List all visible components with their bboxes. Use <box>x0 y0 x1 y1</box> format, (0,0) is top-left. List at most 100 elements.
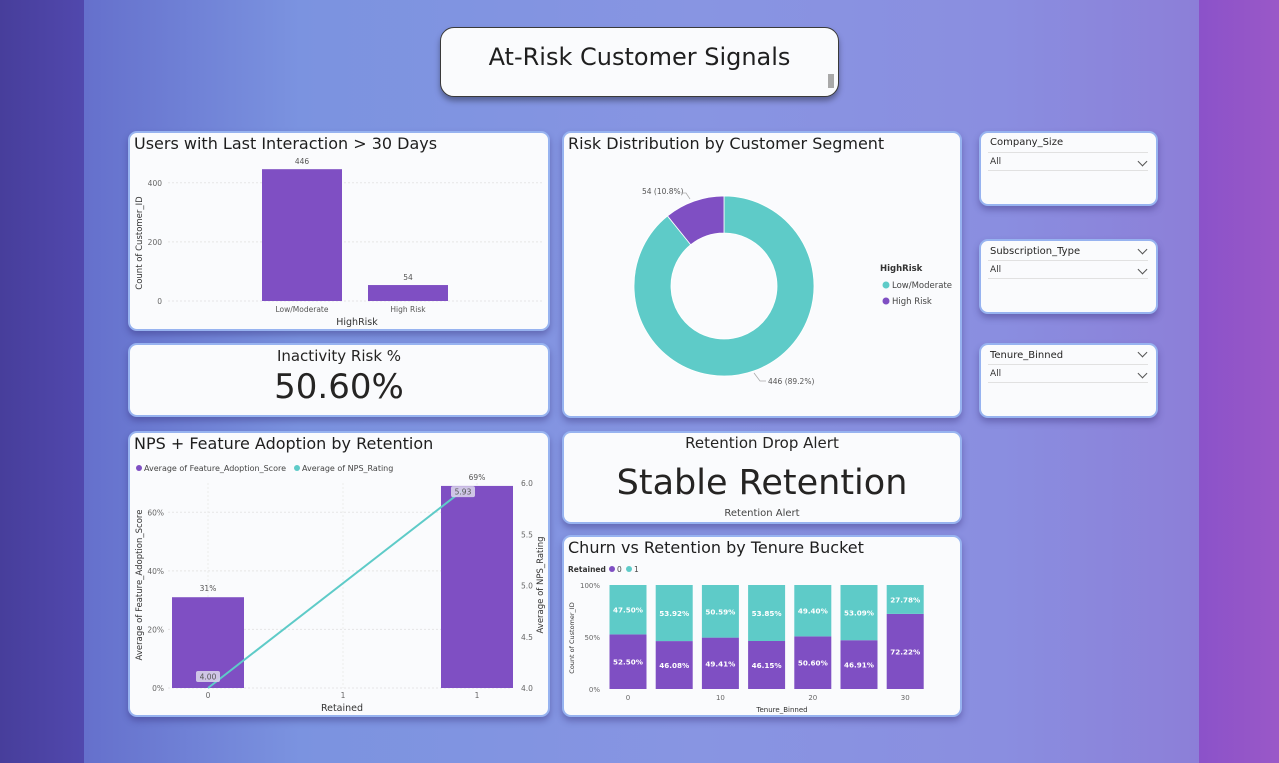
chevron-down-icon[interactable] <box>1137 347 1148 358</box>
users-data-label: 54 <box>403 273 413 282</box>
users-ytick: 200 <box>148 238 163 247</box>
donut-legend-dot <box>882 281 890 289</box>
churn-retention-card[interactable]: Churn vs Retention by Tenure Bucket Reta… <box>562 535 962 717</box>
churn-bar-label: 53.92% <box>659 609 689 618</box>
churn-bar-label: 49.40% <box>798 607 828 616</box>
nps-ytick-right: 4.0 <box>521 684 533 693</box>
chevron-down-icon[interactable] <box>1137 368 1148 379</box>
slicer-subscription-type-value[interactable]: All <box>990 265 1001 275</box>
slicer-divider <box>988 364 1148 365</box>
nps-ytick-left: 0% <box>152 684 164 693</box>
risk-distribution-card[interactable]: Risk Distribution by Customer Segment 54… <box>562 131 962 418</box>
users-bar <box>368 285 448 301</box>
churn-bar-label: 53.09% <box>844 609 874 618</box>
nps-ytick-right: 6.0 <box>521 479 533 488</box>
nps-xlabel: Retained <box>321 703 363 714</box>
nps-xtick: 0 <box>206 691 211 700</box>
nps-bar-label: 69% <box>469 473 486 482</box>
donut-legend-dot <box>882 297 890 305</box>
nps-ytick-right: 5.0 <box>521 582 533 591</box>
inactivity-label: Inactivity Risk % <box>276 347 402 365</box>
chevron-down-icon[interactable] <box>1137 244 1148 255</box>
churn-legend-dot <box>626 566 632 572</box>
nps-xtick: 1 <box>341 691 346 700</box>
churn-legend-dot <box>609 566 615 572</box>
inactivity-value: 50.60% <box>274 367 404 407</box>
churn-xtick: 0 <box>626 694 630 702</box>
churn-xtick: 20 <box>808 694 817 702</box>
users-bar <box>262 169 342 301</box>
nps-ytick-left: 20% <box>147 625 164 634</box>
nps-legend-dot <box>136 465 142 471</box>
nps-line-label: 4.00 <box>200 673 217 682</box>
donut-legend-item: Low/Moderate <box>892 281 952 291</box>
nps-line <box>207 489 464 689</box>
churn-ytick: 0% <box>589 686 600 694</box>
slicer-divider <box>988 260 1148 261</box>
users-ylabel: Count of Customer_ID <box>135 196 145 290</box>
nps-adoption-card[interactable]: NPS + Feature Adoption by Retention Aver… <box>128 431 550 717</box>
nps-legend-item: Average of Feature_Adoption_Score <box>144 464 286 473</box>
slicer-subscription-type-label: Subscription_Type <box>990 246 1081 257</box>
churn-bar-label: 46.15% <box>752 661 782 670</box>
slicer-divider <box>988 278 1148 279</box>
nps-ylabel-right: Average of NPS_Rating <box>536 536 546 633</box>
nps-adoption-chart: Average of Feature_Adoption_Score Averag… <box>135 464 546 714</box>
churn-bar-label: 53.85% <box>752 609 782 618</box>
users-ytick: 400 <box>148 179 163 188</box>
churn-bar-label: 47.50% <box>613 606 643 615</box>
churn-legend-item: 0 <box>617 565 622 574</box>
churn-bar-label: 52.50% <box>613 658 643 667</box>
nps-ytick-left: 60% <box>147 508 164 517</box>
retention-alert-caption: Retention Alert <box>724 508 800 519</box>
users-xtick: High Risk <box>390 305 426 314</box>
slicer-company-size-label: Company_Size <box>990 137 1064 148</box>
right-margin-band <box>1199 0 1279 763</box>
nps-xtick: 1 <box>475 691 480 700</box>
churn-ytick: 50% <box>584 634 600 642</box>
title-scrollbar[interactable] <box>828 74 834 88</box>
retention-alert-value: Stable Retention <box>616 463 908 503</box>
users-inactive-chart: Count of Customer_ID HighRisk 0 200 400 446… <box>135 157 544 328</box>
churn-bar-label: 46.08% <box>659 661 689 670</box>
slicer-company-size[interactable]: Company_Size All <box>979 131 1158 206</box>
slicer-tenure-binned-value[interactable]: All <box>990 369 1001 379</box>
churn-xlabel: Tenure_Binned <box>755 706 807 714</box>
nps-ylabel-left: Average of Feature_Adoption_Score <box>135 510 145 661</box>
churn-bar-label: 72.22% <box>890 647 920 656</box>
users-xlabel: HighRisk <box>336 317 378 328</box>
slicer-divider <box>988 382 1148 383</box>
risk-donut-chart: 54 (10.8%) 446 (89.2%) HighRisk Low/Mode… <box>633 187 952 386</box>
retention-alert-card[interactable]: Retention Drop Alert Stable Retention Re… <box>562 431 962 524</box>
slicer-divider <box>988 170 1148 171</box>
churn-legend-item: 1 <box>634 565 639 574</box>
users-data-label: 446 <box>295 157 310 166</box>
users-xtick: Low/Moderate <box>276 305 329 314</box>
churn-ylabel: Count of Customer_ID <box>568 602 576 673</box>
chevron-down-icon[interactable] <box>1137 156 1148 167</box>
retention-alert-title: Retention Drop Alert <box>685 434 839 452</box>
nps-line-label: 5.93 <box>455 488 472 497</box>
users-inactive-card[interactable]: Users with Last Interaction > 30 Days Co… <box>128 131 550 331</box>
donut-legend-title: HighRisk <box>880 264 923 274</box>
churn-bar-label: 50.60% <box>798 659 828 668</box>
inactivity-kpi-card[interactable]: Inactivity Risk % 50.60% <box>128 343 550 417</box>
chevron-down-icon[interactable] <box>1137 264 1148 275</box>
churn-bar-label: 49.41% <box>705 659 735 668</box>
page-title: At-Risk Customer Signals <box>488 43 791 71</box>
nps-adoption-bar <box>441 485 513 688</box>
nps-legend-item: Average of NPS_Rating <box>302 464 393 473</box>
donut-label-low: 446 (89.2%) <box>768 377 814 386</box>
slicer-subscription-type[interactable]: Subscription_Type All <box>979 239 1158 314</box>
slicer-tenure-binned[interactable]: Tenure_Binned All <box>979 343 1158 418</box>
slicer-divider <box>988 152 1148 153</box>
slicer-company-size-value[interactable]: All <box>990 157 1001 167</box>
slicer-tenure-binned-label: Tenure_Binned <box>990 350 1064 361</box>
churn-xtick: 10 <box>716 694 725 702</box>
nps-bar-label: 31% <box>200 584 217 593</box>
donut-legend-item: High Risk <box>892 297 932 307</box>
churn-legend-title: Retained <box>568 565 606 574</box>
nps-legend-dot <box>294 465 300 471</box>
churn-bar-label: 27.78% <box>890 595 920 604</box>
churn-bar-label: 50.59% <box>705 607 735 616</box>
